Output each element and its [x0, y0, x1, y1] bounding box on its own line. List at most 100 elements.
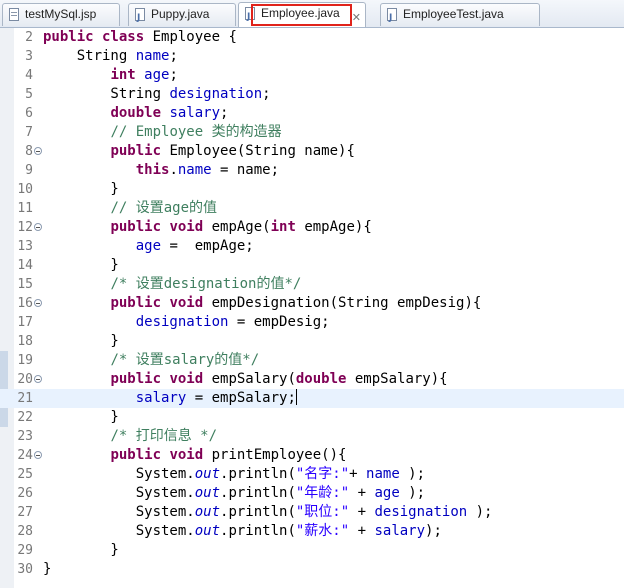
line-number: 10 — [17, 182, 33, 197]
keyword-token: int — [270, 219, 296, 235]
code-text: public Employee(String name){ — [43, 142, 354, 161]
line-number: 22 — [17, 410, 33, 425]
code-text: int age; — [43, 66, 178, 85]
fold-collapse-icon[interactable] — [34, 147, 42, 155]
plain-token: System. — [43, 504, 195, 520]
tab-label: EmployeeTest.java — [403, 7, 504, 21]
line-number: 17 — [17, 315, 33, 330]
tab-employee-java[interactable]: Employee.java ✕ — [238, 2, 366, 27]
field-token: age — [135, 238, 162, 254]
code-editor[interactable]: 2 public class Employee {3 String name; 4 … — [0, 28, 624, 588]
field-token: salary — [169, 105, 221, 121]
code-line[interactable]: 22 } — [0, 408, 624, 427]
code-line[interactable]: 29 } — [0, 541, 624, 560]
plain-token: + — [349, 466, 367, 482]
text-caret — [295, 389, 297, 405]
line-number: 4 — [25, 68, 33, 83]
code-line[interactable]: 5 String designation; — [0, 85, 624, 104]
line-number: 13 — [17, 239, 33, 254]
tab-employeetest-java[interactable]: EmployeeTest.java — [380, 3, 540, 26]
code-line[interactable]: 8 public Employee(String name){ — [0, 142, 624, 161]
code-text: } — [43, 256, 118, 275]
plain-token: ); — [425, 523, 442, 539]
code-line[interactable]: 13 age = empAge; — [0, 237, 624, 256]
code-text: System.out.println("薪水:" + salary); — [43, 522, 442, 541]
line-number: 19 — [17, 353, 33, 368]
comment-token: // Employee 类的构造器 — [110, 124, 282, 140]
code-text: System.out.println("名字:"+ name ); — [43, 465, 425, 484]
line-number: 6 — [25, 106, 33, 121]
java-file-icon — [135, 8, 145, 26]
plain-token: ; — [169, 67, 178, 83]
tab-testmysql-jsp[interactable]: testMySql.jsp — [2, 3, 120, 26]
code-line[interactable]: 15 /* 设置designation的值*/ — [0, 275, 624, 294]
code-line[interactable]: 19 /* 设置salary的值*/ — [0, 351, 624, 370]
code-line[interactable]: 25 System.out.println("名字:"+ name ); — [0, 465, 624, 484]
code-text: String name; — [43, 47, 178, 66]
line-number: 26 — [17, 486, 33, 501]
plain-token: System. — [43, 485, 195, 501]
code-line[interactable]: 6 double salary; — [0, 104, 624, 123]
code-line[interactable]: 26 System.out.println("年龄:" + age ); — [0, 484, 624, 503]
close-icon[interactable]: ✕ — [352, 7, 361, 27]
line-number: 11 — [17, 201, 33, 216]
plain-token: empDesignation(String empDesig){ — [203, 295, 482, 311]
line-number: 7 — [25, 125, 33, 140]
fold-collapse-icon[interactable] — [34, 223, 42, 231]
code-line[interactable]: 28 System.out.println("薪水:" + salary); — [0, 522, 624, 541]
code-line[interactable]: 2 public class Employee { — [0, 28, 624, 47]
field-token: salary — [135, 390, 187, 406]
code-line[interactable]: 20 public void empSalary(double empSalar… — [0, 370, 624, 389]
code-line[interactable]: 30} — [0, 560, 624, 579]
code-line[interactable]: 18 } — [0, 332, 624, 351]
code-line[interactable]: 14 } — [0, 256, 624, 275]
code-line[interactable]: 9 this.name = name; — [0, 161, 624, 180]
code-text: age = empAge; — [43, 237, 254, 256]
code-line[interactable]: 7 // Employee 类的构造器 — [0, 123, 624, 142]
code-line[interactable]: 12 public void empAge(int empAge){ — [0, 218, 624, 237]
fold-collapse-icon[interactable] — [34, 375, 42, 383]
field-token: name — [366, 466, 400, 482]
comment-token: /* 打印信息 */ — [110, 428, 218, 444]
line-number: 5 — [25, 87, 33, 102]
tab-puppy-java[interactable]: Puppy.java — [128, 3, 236, 26]
plain-token: ); — [467, 504, 493, 520]
line-number: 24 — [17, 448, 33, 463]
fold-collapse-icon[interactable] — [34, 451, 42, 459]
static-field-token: out — [194, 485, 221, 501]
code-line[interactable]: 17 designation = empDesig; — [0, 313, 624, 332]
code-line[interactable]: 21 salary = empSalary; — [0, 389, 624, 408]
code-line[interactable]: 11 // 设置age的值 — [0, 199, 624, 218]
string-token: "名字:" — [295, 466, 350, 482]
code-line[interactable]: 27 System.out.println("职位:" + designatio… — [0, 503, 624, 522]
static-field-token: out — [194, 523, 221, 539]
plain-token: printEmployee(){ — [203, 447, 347, 463]
plain-token: } — [43, 542, 119, 558]
code-text: public class Employee { — [43, 28, 237, 47]
fold-collapse-icon[interactable] — [34, 299, 42, 307]
keyword-token: public void — [110, 295, 204, 311]
editor-tab-bar: testMySql.jsp Puppy.java Employee.java ✕… — [0, 0, 624, 28]
keyword-token: public void — [110, 447, 204, 463]
field-token: designation — [374, 504, 468, 520]
code-line[interactable]: 16 public void empDesignation(String emp… — [0, 294, 624, 313]
code-line[interactable]: 23 /* 打印信息 */ — [0, 427, 624, 446]
plain-token: System. — [43, 466, 195, 482]
code-text: public void empAge(int empAge){ — [43, 218, 371, 237]
plain-token: } — [43, 181, 119, 197]
code-line[interactable]: 3 String name; — [0, 47, 624, 66]
line-number: 20 — [17, 372, 33, 387]
static-field-token: out — [194, 504, 221, 520]
plain-token: = empDesig; — [228, 314, 330, 330]
code-line[interactable]: 10 } — [0, 180, 624, 199]
field-token: designation — [169, 86, 263, 102]
plain-token: empAge( — [203, 219, 271, 235]
plain-token: ); — [399, 466, 426, 482]
code-line[interactable]: 24 public void printEmployee(){ — [0, 446, 624, 465]
code-line[interactable]: 4 int age; — [0, 66, 624, 85]
